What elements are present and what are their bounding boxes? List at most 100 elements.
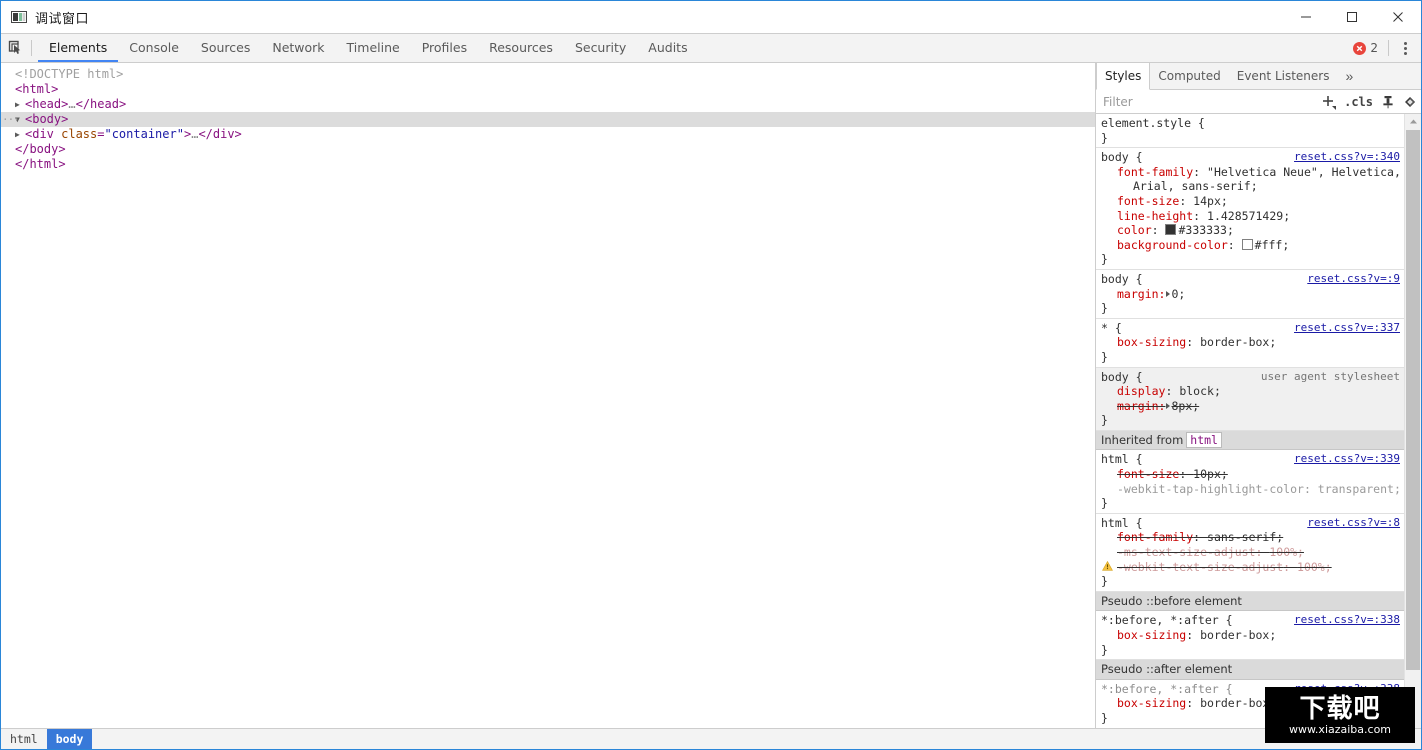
tab-console[interactable]: Console (118, 34, 190, 62)
dom-row[interactable]: ▶ <head>…</head> (1, 97, 1095, 112)
css-declaration-disabled[interactable]: -webkit-tap-highlight-color: transparent… (1101, 482, 1404, 497)
style-rule-inherited[interactable]: html { reset.css?v=:8 font-family: sans-… (1096, 514, 1404, 592)
dom-row[interactable]: </html> (1, 157, 1095, 172)
style-rule[interactable]: body { reset.css?v=:9 margin: 0; } (1096, 270, 1404, 319)
css-property-name: display (1117, 384, 1166, 399)
style-rule[interactable]: * { reset.css?v=:337 box-sizing: border-… (1096, 319, 1404, 368)
rule-selector[interactable]: * { (1101, 321, 1122, 335)
dom-row[interactable]: <!DOCTYPE html> (1, 67, 1095, 82)
expand-shorthand-icon[interactable] (1166, 402, 1171, 409)
css-property-name: font-size (1117, 193, 1180, 208)
new-style-rule-button[interactable] (1318, 91, 1340, 113)
css-colon: : (1193, 530, 1208, 545)
tab-event-listeners[interactable]: Event Listeners (1229, 63, 1338, 89)
style-rules-list[interactable]: element.style { } body { reset.css?v=:34… (1096, 114, 1421, 728)
rule-selector[interactable]: body { (1101, 272, 1143, 286)
inherited-source-tag[interactable]: html (1186, 431, 1222, 448)
css-declaration-warning[interactable]: -webkit-text-size-adjust: 100%; (1101, 560, 1404, 575)
tab-security[interactable]: Security (564, 34, 637, 62)
rule-selector[interactable]: *:before, *:after { (1101, 682, 1233, 696)
rule-origin-link[interactable]: reset.css?v=:8 (1307, 516, 1400, 531)
dom-row-text: <!DOCTYPE html> (15, 67, 124, 81)
css-property-value-cont: Arial, sans-serif; (1133, 179, 1258, 194)
render-state-icon[interactable] (1399, 91, 1421, 113)
tab-network[interactable]: Network (261, 34, 335, 62)
color-swatch[interactable] (1165, 224, 1177, 236)
tab-sources[interactable]: Sources (190, 34, 261, 62)
toggle-class-button[interactable]: .cls (1340, 95, 1377, 109)
tab-resources[interactable]: Resources (478, 34, 564, 62)
inherited-label: Inherited from (1101, 432, 1184, 447)
breadcrumb-item-html[interactable]: html (1, 729, 47, 749)
rule-selector-row: *:before, *:after { reset.css?v=:338 (1101, 682, 1404, 697)
twisty-collapsed-icon[interactable]: ▶ (15, 97, 25, 112)
styles-scrollbar[interactable] (1404, 114, 1421, 728)
dom-row[interactable]: <html> (1, 82, 1095, 97)
style-rule-inherited[interactable]: html { reset.css?v=:339 font-size: 10px;… (1096, 450, 1404, 514)
css-property-value: border-box; (1200, 335, 1277, 350)
tab-timeline[interactable]: Timeline (336, 34, 411, 62)
rule-selector[interactable]: *:before, *:after { (1101, 613, 1233, 627)
rule-selector[interactable]: html { (1101, 452, 1143, 466)
css-colon: : (1186, 628, 1201, 642)
css-declaration[interactable]: box-sizing: border-box; (1101, 335, 1404, 350)
kebab-menu-icon[interactable] (1393, 36, 1417, 60)
breadcrumb-item-body[interactable]: body (46, 729, 93, 749)
tab-audits[interactable]: Audits (637, 34, 698, 62)
css-declaration-disabled[interactable]: -ms-text-size-adjust: 100%; (1101, 545, 1404, 560)
style-rule[interactable]: body { reset.css?v=:340 font-family: "He… (1096, 148, 1404, 270)
css-declaration[interactable]: line-height: 1.428571429; (1101, 209, 1404, 224)
expand-shorthand-icon[interactable] (1166, 290, 1171, 297)
css-declaration[interactable]: box-sizing: border-box; (1101, 696, 1404, 711)
scroll-up-glyph (1409, 119, 1417, 124)
css-declaration[interactable]: color: #333333; (1101, 223, 1404, 238)
maximize-button[interactable] (1329, 1, 1375, 33)
rule-origin-link[interactable]: reset.css?v=:337 (1294, 321, 1400, 336)
css-property-name: line-height (1117, 208, 1194, 223)
inspect-element-button[interactable] (1, 34, 31, 62)
rule-origin-link[interactable]: reset.css?v=:340 (1294, 150, 1400, 165)
scroll-up-arrow-icon[interactable] (1405, 114, 1421, 129)
rule-origin-link[interactable]: reset.css?v=:338 (1294, 682, 1400, 697)
twisty-collapsed-icon[interactable]: ▶ (15, 127, 25, 142)
css-declaration[interactable]: background-color: #fff; (1101, 238, 1404, 253)
scrollbar-thumb[interactable] (1406, 130, 1420, 670)
pin-icon[interactable] (1377, 91, 1399, 113)
close-button[interactable] (1375, 1, 1421, 33)
css-declaration[interactable]: box-sizing: border-box; (1101, 628, 1404, 643)
rule-origin-link[interactable]: reset.css?v=:339 (1294, 452, 1400, 467)
dom-row[interactable]: ▶ <div class="container">…</div> (1, 127, 1095, 142)
css-colon: : (1255, 545, 1270, 560)
css-property-name: box-sizing (1117, 628, 1187, 642)
error-count-badge[interactable]: 2 (1347, 41, 1384, 55)
style-rule-pseudo[interactable]: *:before, *:after { reset.css?v=:338 box… (1096, 680, 1404, 728)
pseudo-before-header: Pseudo ::before element (1096, 591, 1404, 612)
chevron-double-right-icon[interactable]: » (1337, 63, 1361, 89)
color-swatch[interactable] (1241, 238, 1253, 250)
dom-tree-pane[interactable]: <!DOCTYPE html> <html> ▶ <head>…</head> ·… (1, 63, 1095, 728)
tab-computed[interactable]: Computed (1150, 63, 1228, 89)
error-icon (1353, 41, 1367, 55)
tab-profiles[interactable]: Profiles (411, 34, 478, 62)
css-declaration-overridden[interactable]: font-family: sans-serif; (1101, 530, 1404, 545)
minimize-button[interactable] (1283, 1, 1329, 33)
css-property-value: 8px; (1171, 398, 1200, 413)
dom-row-selected[interactable]: ··· ▼ <body> (1, 112, 1095, 127)
rule-selector[interactable]: body { (1101, 150, 1143, 164)
rule-origin-link[interactable]: reset.css?v=:9 (1307, 272, 1400, 287)
css-declaration[interactable]: font-family: "Helvetica Neue", Helvetica… (1101, 165, 1404, 180)
css-declaration-continuation: Arial, sans-serif; (1101, 179, 1404, 194)
styles-filter-input[interactable] (1096, 93, 1319, 110)
dom-row[interactable]: </body> (1, 142, 1095, 157)
tab-elements[interactable]: Elements (38, 34, 119, 62)
css-declaration-overridden[interactable]: font-size: 10px; (1101, 467, 1404, 482)
style-rule[interactable]: element.style { } (1096, 114, 1404, 149)
rule-selector[interactable]: element.style { (1101, 116, 1205, 130)
tab-styles[interactable]: Styles (1096, 63, 1151, 90)
rule-selector[interactable]: html { (1101, 516, 1143, 530)
style-rule-pseudo[interactable]: *:before, *:after { reset.css?v=:338 box… (1096, 611, 1404, 661)
css-declaration[interactable]: font-size: 14px; (1101, 194, 1404, 209)
css-declaration[interactable]: margin: 0; (1101, 287, 1404, 302)
style-rule-user-agent[interactable]: body { user agent stylesheet display: bl… (1096, 367, 1404, 431)
rule-origin-link[interactable]: reset.css?v=:338 (1294, 613, 1400, 628)
